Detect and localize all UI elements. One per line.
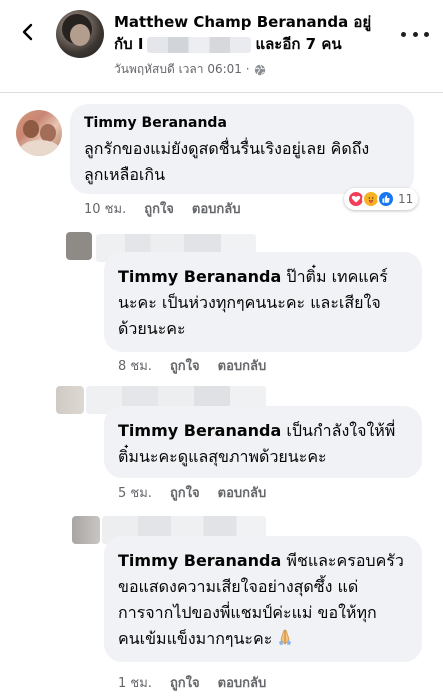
reply-text-line: นะคะ เป็นห่วงทุกๆคนนะคะ และเสียใจ (118, 293, 381, 312)
comment-text: ลูกรักของแม่ยังดูสดชื่นรื่นเริงอยู่เลย ค… (84, 139, 370, 158)
post-title: Matthew Champ Berananda อยู่ กับ I และอีก… (114, 11, 384, 55)
more-dot (424, 31, 429, 37)
reply-time[interactable]: 5 ชม. (118, 482, 152, 503)
reply-bubble: Timmy Berananda เป็นกำลังใจให้พี่ ติ๋มนะ… (104, 406, 422, 478)
reply-text: Timmy Berananda เป็นกำลังใจให้พี่ ติ๋มนะ… (118, 418, 408, 470)
more-dot (401, 31, 406, 37)
comment-time[interactable]: 10 ชม. (84, 198, 126, 219)
post-timestamp[interactable]: วันพฤหัสบดี เวลา 06:01 · (114, 60, 250, 79)
reactions-summary[interactable]: 11 (344, 188, 419, 210)
reply-bubble: Timmy Berananda พีชและครอบครัว ขอแสดงควา… (104, 536, 422, 662)
blurred-avatar (72, 516, 100, 544)
globe-icon (254, 64, 266, 76)
commenter-name[interactable]: Timmy Berananda (84, 114, 400, 132)
reply-text-line: ขอแสดงความเสียใจอย่างสุดซึ้ง แด่ (118, 577, 359, 596)
reply-button[interactable]: ตอบกลับ (218, 482, 267, 503)
reply-button[interactable]: ตอบกลับ (218, 355, 267, 376)
like-button[interactable]: ถูกใจ (170, 482, 200, 503)
title-suffix: อยู่ (353, 13, 372, 31)
with-letter[interactable]: I (138, 35, 144, 53)
reply-button[interactable]: ตอบกลับ (192, 198, 241, 219)
reply-text-line: ป๊าติ๋ม เทคแคร์ (286, 267, 388, 286)
commenter-avatar[interactable] (16, 110, 62, 156)
comment-bubble: Timmy Berananda ลูกรักของแม่ยังดูสดชื่นร… (70, 104, 414, 194)
reply-text: Timmy Berananda พีชและครอบครัว ขอแสดงควา… (118, 548, 408, 652)
reply-text-line: ติ๋มนะคะดูแลสุขภาพด้วยนะคะ (118, 447, 327, 466)
blurred-avatar (66, 232, 92, 260)
like-button[interactable]: ถูกใจ (144, 198, 174, 219)
like-button[interactable]: ถูกใจ (170, 355, 200, 376)
reply-text: Timmy Berananda ป๊าติ๋ม เทคแคร์ นะคะ เป็… (118, 264, 408, 342)
reply-actions: 5 ชม. ถูกใจ ตอบกลับ (118, 482, 266, 503)
replier-name[interactable]: Timmy Berananda (118, 267, 281, 286)
back-button[interactable] (14, 20, 42, 48)
chevron-left-icon (18, 22, 38, 46)
reply-bubble: Timmy Berananda ป๊าติ๋ม เทคแคร์ นะคะ เป็… (104, 252, 422, 352)
reply-time[interactable]: 1 ชม. (118, 672, 152, 693)
reply-actions: 8 ชม. ถูกใจ ตอบกลับ (118, 355, 266, 376)
reply-text-line: เป็นกำลังใจให้พี่ (286, 421, 396, 440)
header-divider (0, 92, 443, 93)
with-prefix: กับ (114, 35, 133, 53)
reply-time[interactable]: 8 ชม. (118, 355, 152, 376)
author-name-link[interactable]: Matthew Champ Berananda (114, 13, 348, 31)
reply-text-line: คนเข้มแข็งมากๆนะคะ (118, 629, 273, 648)
reply-button[interactable]: ตอบกลับ (218, 672, 267, 693)
comment-text: ลูกเหลือเกิน (84, 165, 166, 184)
replier-name[interactable]: Timmy Berananda (118, 551, 281, 570)
post-header: Matthew Champ Berananda อยู่ กับ I และอีก… (0, 0, 443, 92)
reply-text-line: ด้วยนะคะ (118, 319, 186, 338)
reply-actions: 1 ชม. ถูกใจ ตอบกลับ (118, 672, 266, 693)
more-dot (412, 31, 418, 37)
reaction-count: 11 (398, 192, 414, 206)
more-options-button[interactable] (401, 24, 429, 44)
like-icon (377, 190, 395, 208)
reply-text-line: พีชและครอบครัว (286, 551, 404, 570)
author-avatar[interactable] (56, 10, 104, 58)
like-button[interactable]: ถูกใจ (170, 672, 200, 693)
praying-hands-icon (276, 628, 294, 646)
blurred-avatar (56, 386, 84, 414)
reply-text-line: การจากไปของพี่แชมป์ค่ะแม่ ขอให้ทุก (118, 603, 377, 622)
post-meta: วันพฤหัสบดี เวลา 06:01 · (114, 60, 266, 79)
with-others-link[interactable]: และอีก 7 คน (255, 35, 341, 53)
replier-name[interactable]: Timmy Berananda (118, 421, 281, 440)
blurred-tag-name (147, 36, 252, 53)
comment-actions: 10 ชม. ถูกใจ ตอบกลับ (84, 198, 241, 219)
